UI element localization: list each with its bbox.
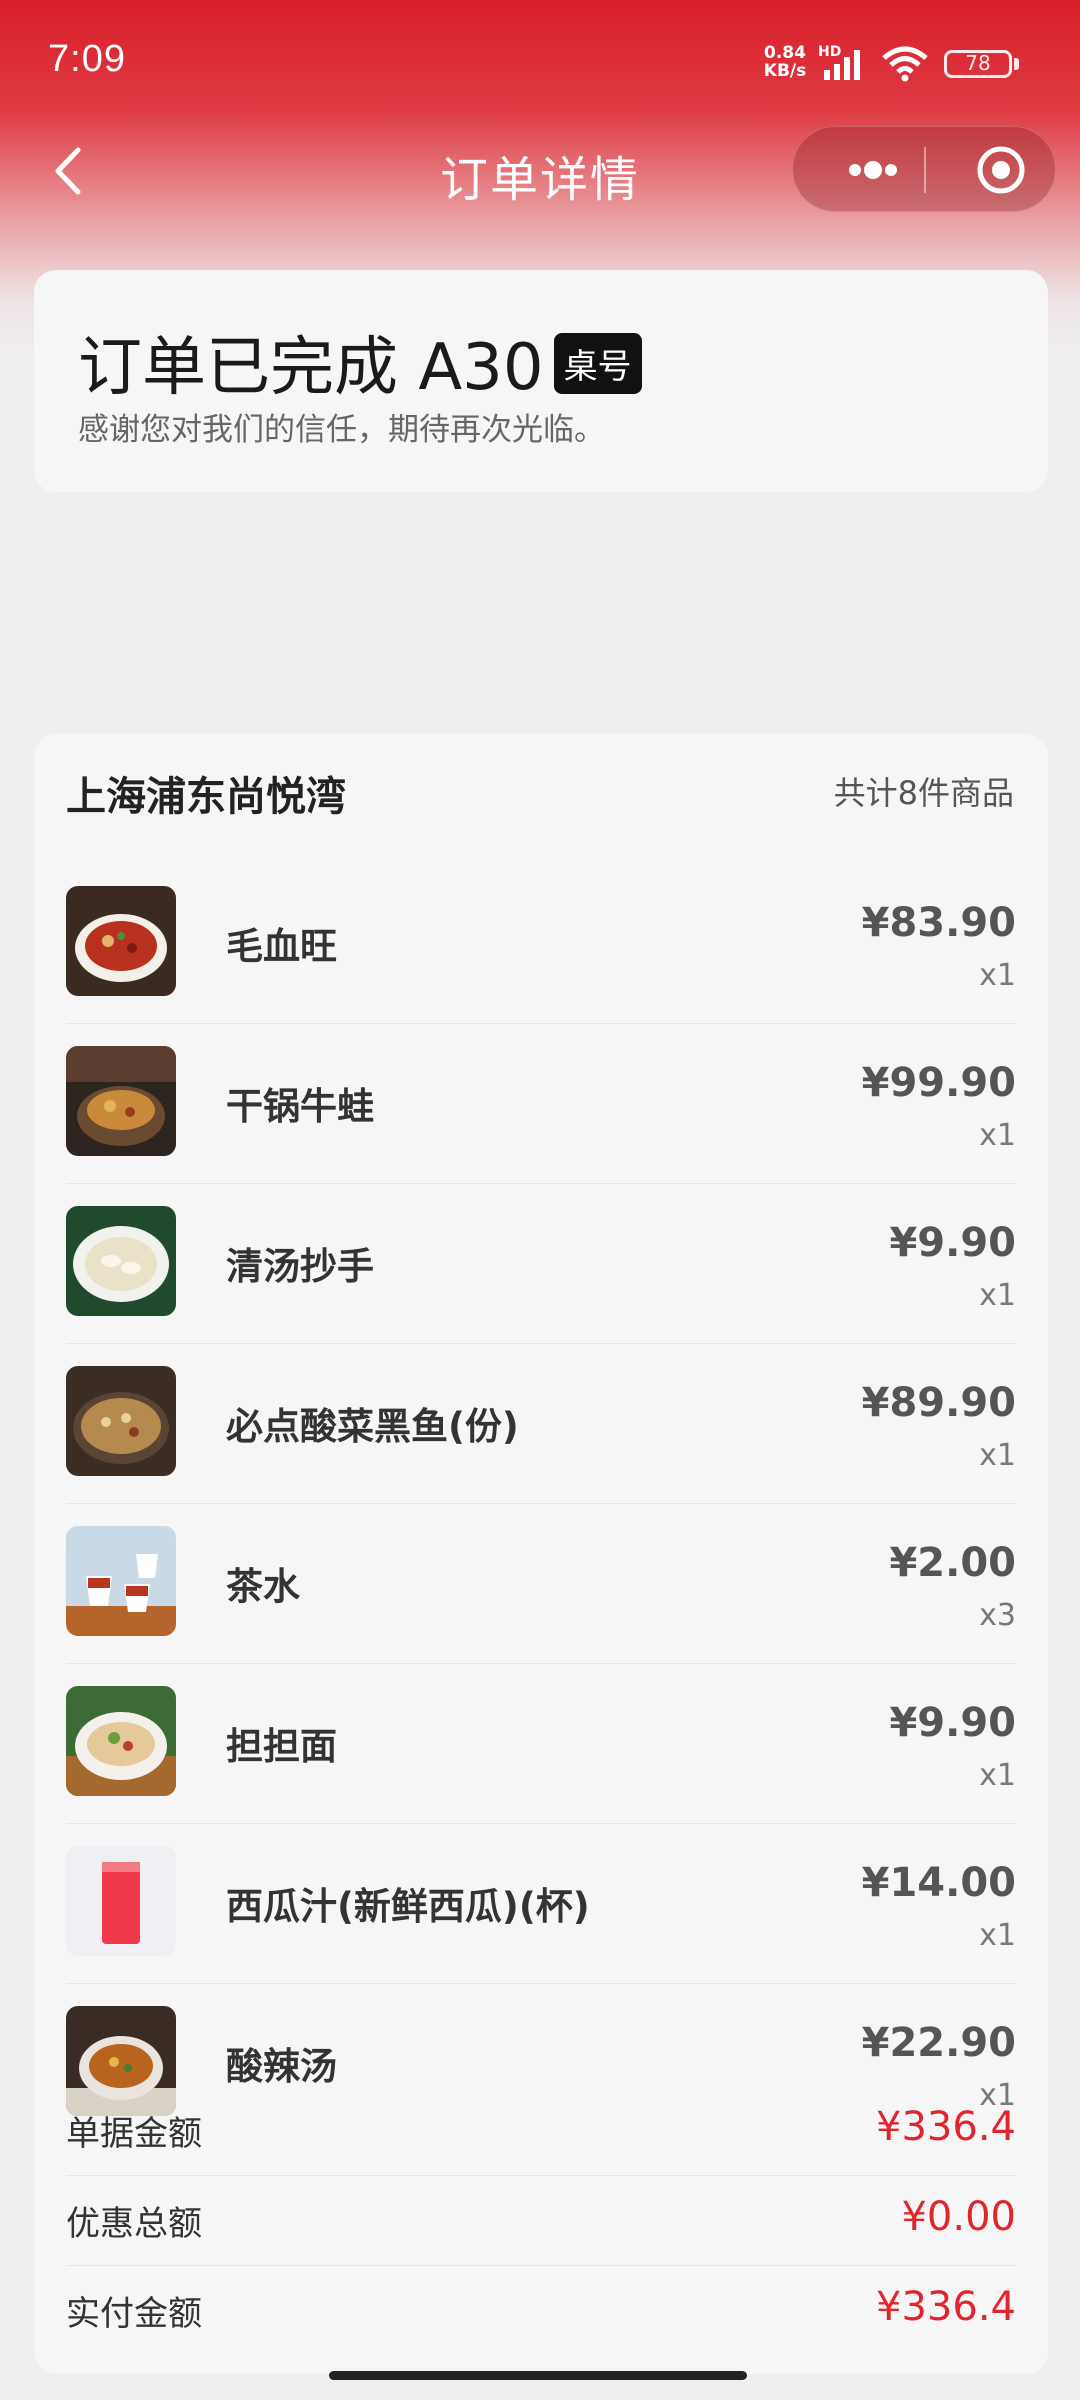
order-item[interactable]: 干锅牛蛙 ¥99.90 x1 xyxy=(66,1024,1016,1184)
summary-value: ¥336.4 xyxy=(876,2104,1016,2150)
item-name: 西瓜汁(新鲜西瓜)(杯) xyxy=(226,1885,590,1928)
capsule-divider xyxy=(924,147,926,193)
battery-level: 78 xyxy=(965,51,991,75)
navigation-bar: 订单详情 xyxy=(0,120,1080,220)
order-item[interactable]: 西瓜汁(新鲜西瓜)(杯) ¥14.00 x1 xyxy=(66,1824,1016,1984)
order-status-subtitle: 感谢您对我们的信任，期待再次光临。 xyxy=(78,412,605,448)
dish-image xyxy=(66,1526,176,1636)
home-indicator[interactable] xyxy=(329,2371,747,2380)
item-quantity: x1 xyxy=(979,1918,1016,1953)
wifi-icon xyxy=(882,46,928,82)
item-name: 酸辣汤 xyxy=(226,2045,337,2088)
item-name: 清汤抄手 xyxy=(226,1245,374,1288)
order-items-card: 上海浦东尚悦湾 共计8件商品 毛血旺 ¥83.90 x1 干锅牛蛙 ¥99.90 xyxy=(34,734,1048,2374)
item-name: 茶水 xyxy=(226,1565,300,1608)
dish-image xyxy=(66,1206,176,1316)
status-time: 7:09 xyxy=(48,38,126,80)
network-speed-unit: KB/s xyxy=(763,61,807,81)
item-name: 干锅牛蛙 xyxy=(226,1085,374,1128)
item-name: 毛血旺 xyxy=(226,925,337,968)
item-price: ¥83.90 xyxy=(861,900,1016,946)
summary-row-paid-amount: 实付金额 ¥336.4 xyxy=(66,2266,1016,2355)
signal-icon xyxy=(824,50,860,80)
summary-value: ¥0.00 xyxy=(901,2194,1016,2240)
item-quantity: x3 xyxy=(979,1598,1016,1633)
item-quantity: x1 xyxy=(979,1118,1016,1153)
item-price: ¥14.00 xyxy=(861,1860,1016,1906)
item-quantity: x1 xyxy=(979,1758,1016,1793)
mini-program-capsule xyxy=(792,126,1056,212)
order-item[interactable]: 毛血旺 ¥83.90 x1 xyxy=(66,864,1016,1024)
summary-label: 实付金额 xyxy=(66,2294,202,2334)
summary-label: 优惠总额 xyxy=(66,2204,202,2244)
battery-icon: 78 xyxy=(944,50,1012,78)
dish-image xyxy=(66,886,176,996)
dish-image xyxy=(66,1846,176,1956)
item-quantity: x1 xyxy=(979,1278,1016,1313)
dish-image xyxy=(66,1366,176,1476)
order-status-text: 订单已完成 A30 xyxy=(78,331,544,405)
dish-image xyxy=(66,1046,176,1156)
network-speed: 0.84 KB/s xyxy=(760,44,810,80)
item-price: ¥9.90 xyxy=(889,1700,1016,1746)
order-status-title: 订单已完成 A30 桌号 xyxy=(78,316,642,408)
summary-label: 单据金额 xyxy=(66,2114,202,2154)
item-count: 共计8件商品 xyxy=(833,774,1014,812)
summary-row-bill-amount: 单据金额 ¥336.4 xyxy=(66,2086,1016,2176)
item-quantity: x1 xyxy=(979,958,1016,993)
item-price: ¥2.00 xyxy=(889,1540,1016,1586)
dish-image xyxy=(66,1686,176,1796)
item-name: 必点酸菜黑鱼(份) xyxy=(226,1405,519,1448)
target-icon[interactable] xyxy=(958,127,1044,213)
store-name: 上海浦东尚悦湾 xyxy=(66,774,346,820)
item-price: ¥9.90 xyxy=(889,1220,1016,1266)
summary-row-discount: 优惠总额 ¥0.00 xyxy=(66,2176,1016,2266)
order-status-card: 订单已完成 A30 桌号 感谢您对我们的信任，期待再次光临。 xyxy=(34,270,1048,492)
item-price: ¥99.90 xyxy=(861,1060,1016,1106)
item-price: ¥22.90 xyxy=(861,2020,1016,2066)
order-item[interactable]: 茶水 ¥2.00 x3 xyxy=(66,1504,1016,1664)
summary-value: ¥336.4 xyxy=(876,2284,1016,2330)
status-bar: 7:09 0.84 KB/s HD 78 xyxy=(0,0,1080,120)
order-item[interactable]: 清汤抄手 ¥9.90 x1 xyxy=(66,1184,1016,1344)
network-speed-value: 0.84 xyxy=(764,43,806,63)
item-quantity: x1 xyxy=(979,1438,1016,1473)
order-item[interactable]: 必点酸菜黑鱼(份) ¥89.90 x1 xyxy=(66,1344,1016,1504)
battery-tip xyxy=(1014,58,1019,70)
item-price: ¥89.90 xyxy=(861,1380,1016,1426)
order-item[interactable]: 担担面 ¥9.90 x1 xyxy=(66,1664,1016,1824)
more-icon[interactable] xyxy=(823,127,923,213)
table-number-badge: 桌号 xyxy=(553,332,642,394)
item-name: 担担面 xyxy=(226,1725,337,1768)
order-item-list: 毛血旺 ¥83.90 x1 干锅牛蛙 ¥99.90 x1 清汤抄手 ¥9.90 … xyxy=(66,864,1016,2143)
order-summary: 单据金额 ¥336.4 优惠总额 ¥0.00 实付金额 ¥336.4 xyxy=(66,2086,1016,2355)
